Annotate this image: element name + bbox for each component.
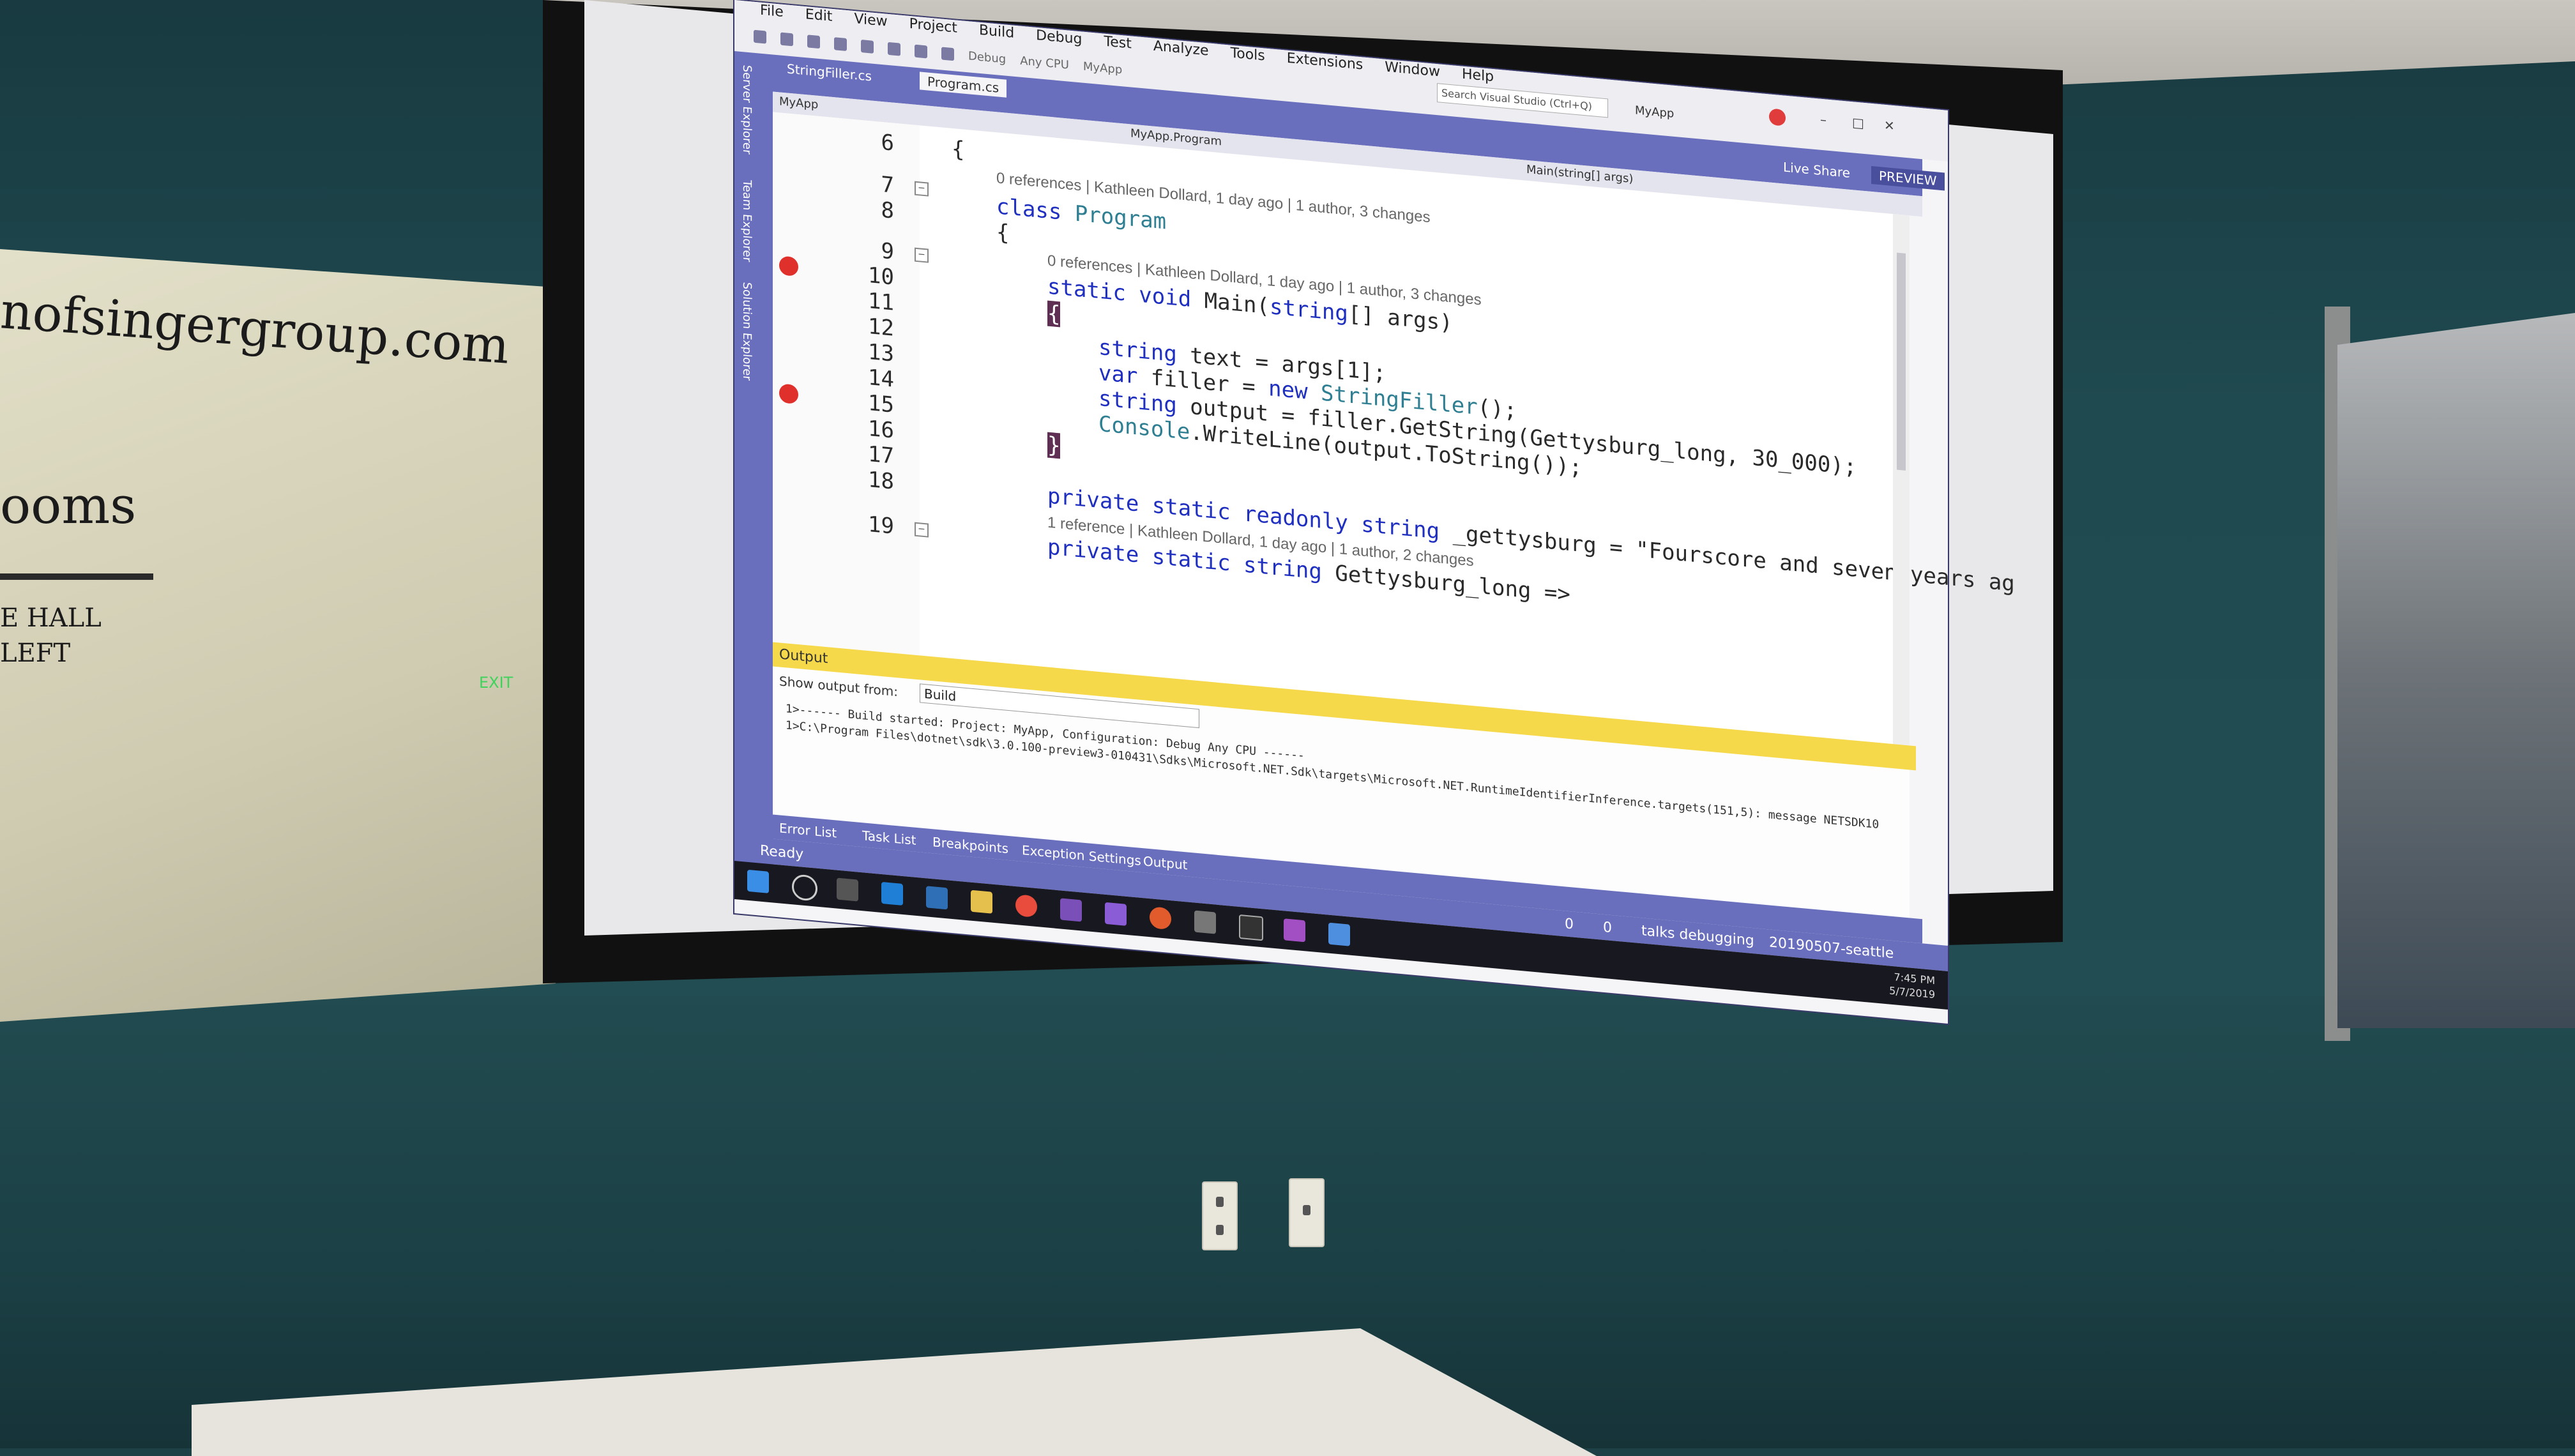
line-number: 17	[868, 441, 894, 469]
menu-edit[interactable]: Edit	[805, 6, 833, 28]
editor-scrollbar[interactable]	[1893, 214, 1910, 746]
menu-project[interactable]: Project	[909, 16, 957, 40]
minimize-icon[interactable]: –	[1820, 112, 1827, 128]
code-line: {	[996, 219, 1010, 246]
line-number: 10	[868, 262, 894, 291]
side-tab-server-explorer[interactable]: Server Explorer	[740, 64, 754, 155]
edge-icon[interactable]	[881, 881, 903, 906]
collapse-icon[interactable]: −	[915, 247, 929, 263]
status-edits-count[interactable]: 0	[1603, 920, 1612, 936]
line-number: 7	[881, 171, 894, 199]
preview-badge: PREVIEW	[1871, 165, 1945, 191]
platform-dropdown[interactable]: Any CPU	[1020, 54, 1069, 72]
onenote-icon[interactable]	[1284, 918, 1305, 943]
cortana-icon[interactable]	[792, 874, 817, 902]
menu-file[interactable]: File	[760, 3, 784, 24]
taskbar-clock[interactable]: 7:45 PM 5/7/2019	[1889, 970, 1935, 1003]
save-all-icon[interactable]	[888, 42, 900, 56]
code-line-open-brace: {	[1047, 300, 1061, 328]
tab-output[interactable]: Output	[1143, 853, 1187, 872]
editor-gutter	[773, 112, 920, 656]
menu-debug[interactable]: Debug	[1036, 27, 1082, 51]
line-number: 11	[868, 288, 894, 316]
whiteboard-text-rooms: ooms	[0, 476, 137, 535]
outlet-socket	[1303, 1205, 1310, 1215]
code-line: {	[952, 135, 965, 163]
line-number: 8	[881, 197, 894, 224]
line-number: 14	[868, 365, 894, 393]
window-view	[2337, 313, 2575, 1028]
line-number: 6	[881, 129, 894, 156]
file-explorer-icon[interactable]	[971, 890, 992, 914]
open-icon[interactable]	[834, 37, 847, 52]
outlook-icon[interactable]	[926, 886, 948, 910]
menu-build[interactable]: Build	[979, 22, 1014, 45]
scrollbar-thumb[interactable]	[1897, 252, 1906, 471]
output-source-label: Show output from:	[779, 673, 898, 700]
code-line-close-brace: }	[1047, 432, 1061, 459]
chrome-icon[interactable]	[1015, 894, 1037, 918]
line-number: 19	[868, 512, 894, 540]
status-ready: Ready	[760, 842, 804, 863]
menu-view[interactable]: View	[854, 11, 887, 33]
save-icon[interactable]	[861, 40, 874, 54]
terminal-icon[interactable]	[1239, 914, 1263, 941]
app-icon[interactable]	[1194, 910, 1216, 934]
new-item-icon[interactable]	[807, 34, 820, 49]
line-number: 16	[868, 416, 894, 444]
task-view-icon[interactable]	[837, 877, 858, 902]
nav-project-dropdown[interactable]: MyApp	[779, 95, 818, 112]
notepad-icon[interactable]	[1328, 922, 1350, 946]
line-number: 18	[868, 467, 894, 495]
back-icon[interactable]	[754, 29, 766, 44]
line-number: 15	[868, 390, 894, 418]
data-outlet	[1289, 1178, 1325, 1247]
undo-icon[interactable]	[915, 44, 927, 59]
whiteboard-text-left: LEFT	[0, 639, 71, 668]
tab-task-list[interactable]: Task List	[862, 828, 916, 848]
line-number: 9	[881, 238, 894, 265]
live-share-button[interactable]: Live Share	[1775, 157, 1858, 183]
outlet-socket	[1216, 1197, 1224, 1207]
collapse-icon[interactable]: −	[915, 522, 929, 538]
menu-tools[interactable]: Tools	[1231, 45, 1265, 68]
side-tab-solution-explorer[interactable]: Solution Explorer	[740, 282, 754, 381]
firefox-icon[interactable]	[1150, 906, 1171, 930]
forward-icon[interactable]	[780, 32, 793, 47]
outlet-socket	[1216, 1225, 1224, 1235]
close-icon[interactable]: ✕	[1884, 118, 1895, 134]
tab-stringfiller[interactable]: StringFiller.cs	[779, 59, 879, 86]
config-dropdown[interactable]: Debug	[968, 49, 1006, 66]
menu-test[interactable]: Test	[1104, 34, 1132, 56]
maximize-icon[interactable]: □	[1852, 114, 1864, 131]
whiteboard-text-hall: E HALL	[0, 603, 102, 633]
code-editor[interactable]: 6 7 8 9 10 11 12 13 14 15 16 17 18 19 − …	[773, 112, 2015, 746]
tab-error-list[interactable]: Error List	[779, 820, 837, 840]
line-number: 12	[868, 314, 894, 342]
tab-program[interactable]: Program.cs	[920, 72, 1007, 98]
tab-breakpoints[interactable]: Breakpoints	[932, 834, 1008, 856]
power-outlet	[1202, 1181, 1238, 1250]
left-tool-strip: Server Explorer Team Explorer Solution E…	[734, 51, 773, 872]
visual-studio-icon[interactable]	[1060, 898, 1082, 922]
line-number: 13	[868, 339, 894, 367]
startup-project[interactable]: MyApp	[1083, 59, 1122, 77]
side-tab-team-explorer[interactable]: Team Explorer	[740, 179, 754, 262]
visual-studio-preview-icon[interactable]	[1105, 902, 1127, 926]
menu-help[interactable]: Help	[1462, 66, 1494, 89]
visual-studio-window: File Edit View Project Build Debug Test …	[734, 0, 2015, 1024]
exit-sign: EXIT	[479, 674, 513, 692]
windows-start-icon[interactable]	[747, 869, 769, 893]
redo-icon[interactable]	[941, 47, 954, 61]
status-up-arrow-count[interactable]: 0	[1565, 916, 1574, 932]
collapse-icon[interactable]: −	[915, 181, 929, 197]
whiteboard-underline	[0, 573, 153, 580]
